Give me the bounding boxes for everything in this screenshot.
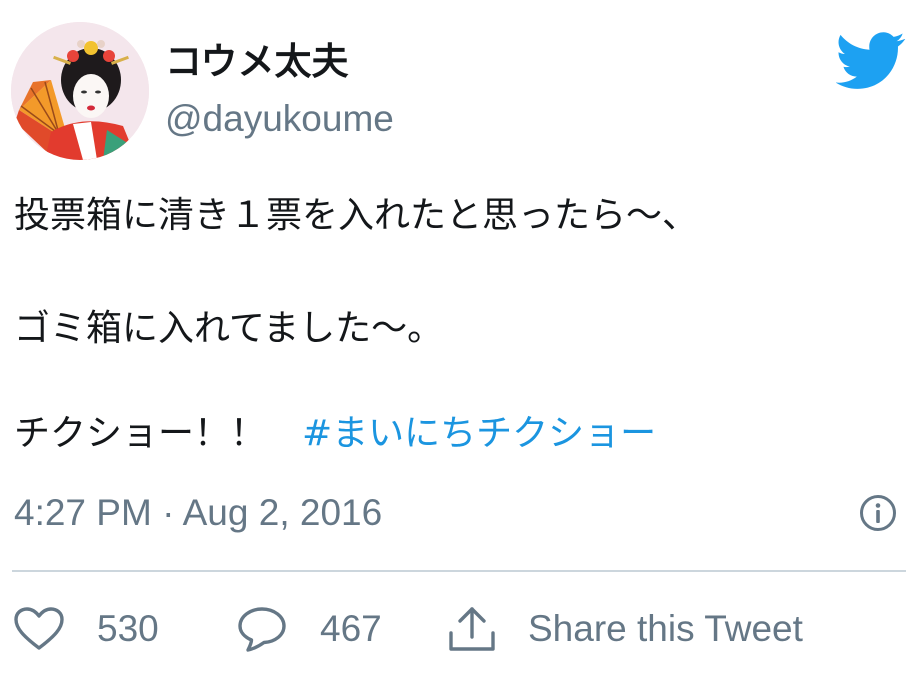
info-icon[interactable] (859, 494, 897, 532)
tweet-text-line-3: チクショー！！ #まいにちチクショー (14, 411, 656, 457)
twitter-bird-icon[interactable] (836, 32, 906, 90)
like-count: 530 (97, 608, 159, 649)
tweet-text-line-1: 投票箱に清き１票を入れたと思ったら〜、 (14, 195, 699, 236)
avatar-image (11, 22, 149, 160)
tweet-text-exclaim: チクショー！！ (14, 413, 303, 454)
tweet-text-line-2: ゴミ箱に入れてました〜。 (14, 308, 444, 349)
hashtag-link[interactable]: #まいにちチクショー (302, 413, 656, 454)
share-button[interactable]: Share this Tweet (446, 603, 803, 655)
reply-count: 467 (320, 608, 382, 649)
share-upload-icon (449, 607, 495, 651)
speech-bubble-icon (238, 607, 286, 652)
tweet-timestamp[interactable]: 4:27 PM · Aug 2, 2016 (14, 490, 382, 536)
divider (12, 570, 906, 572)
like-button[interactable]: 530 (13, 603, 159, 655)
heart-icon (14, 607, 64, 650)
reply-button[interactable]: 467 (236, 603, 382, 655)
avatar[interactable] (11, 22, 149, 160)
user-handle[interactable]: @dayukoume (165, 96, 394, 142)
display-name[interactable]: コウメ太夫 (165, 38, 349, 86)
share-label: Share this Tweet (528, 608, 803, 649)
